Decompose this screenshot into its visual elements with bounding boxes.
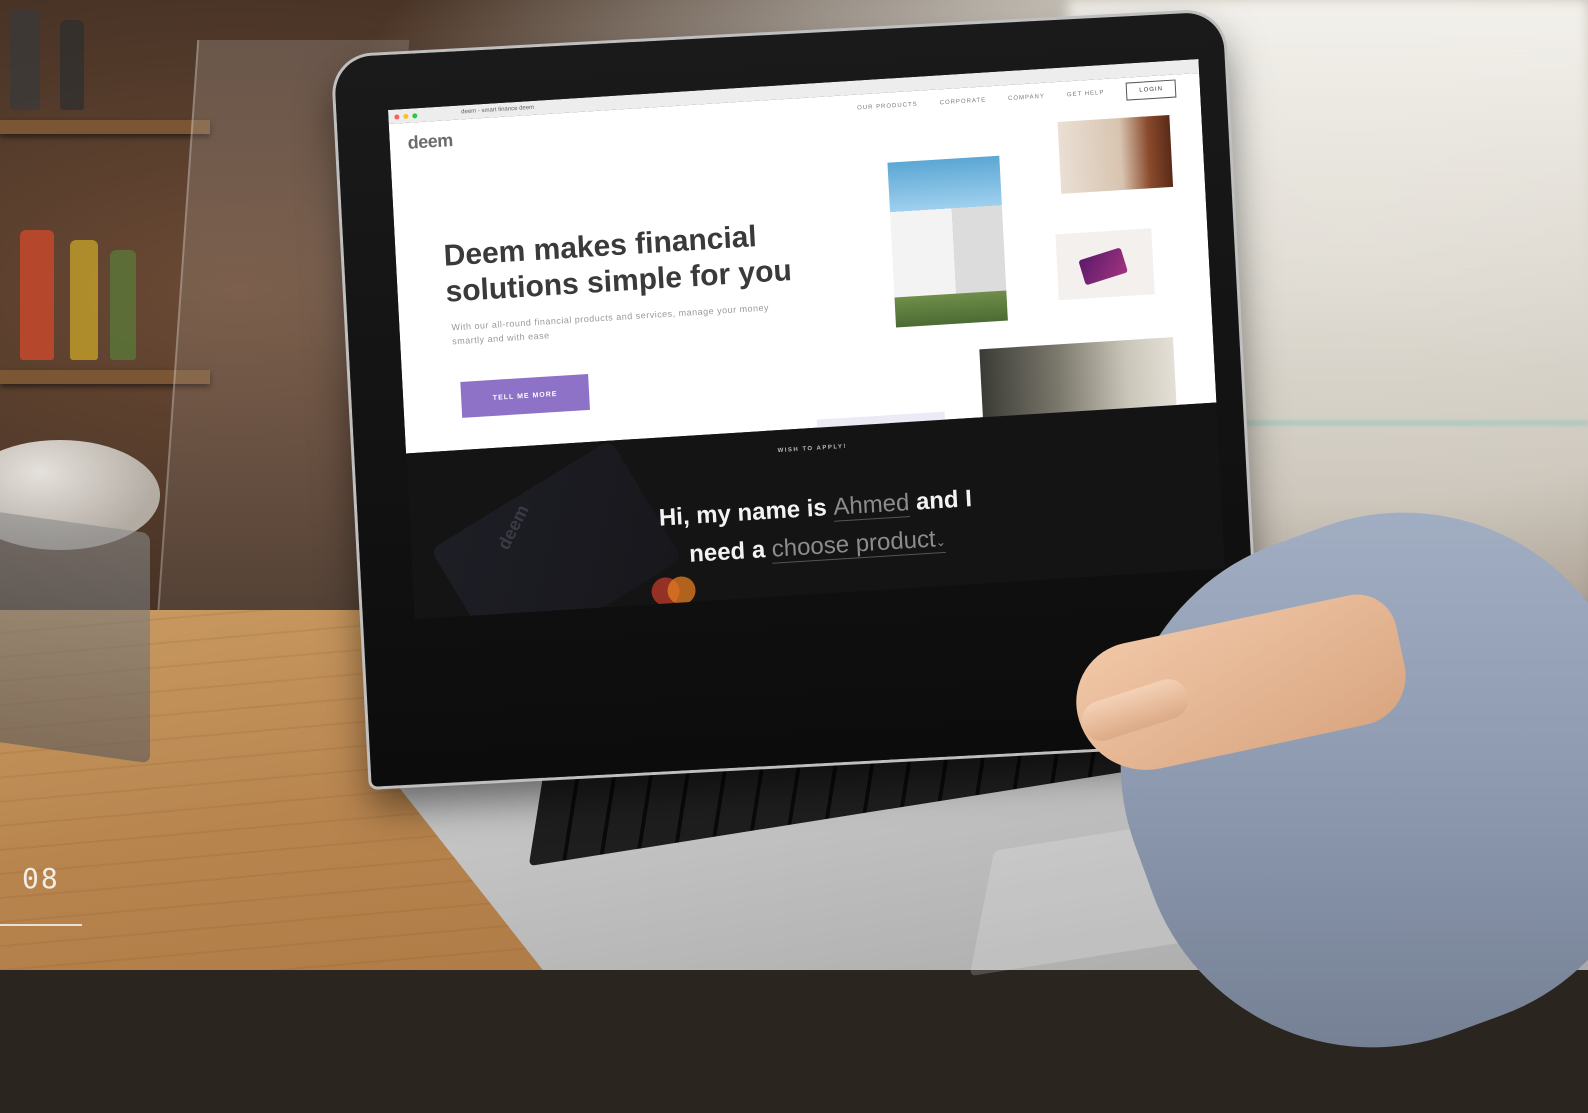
bottle (70, 240, 98, 360)
close-window-icon[interactable] (394, 113, 400, 120)
product-select[interactable]: choose product⌄ (771, 524, 947, 564)
nav-get-help[interactable]: GET HELP (1067, 90, 1105, 98)
bottle (10, 10, 40, 110)
maximize-window-icon[interactable] (412, 112, 418, 118)
browser-tab[interactable]: deem - smart finance deem (461, 105, 534, 116)
nav-corporate[interactable]: CORPORATE (940, 97, 987, 106)
mastercard-icon (666, 575, 697, 606)
website-screen: deem - smart finance deem deem OUR PRODU… (388, 59, 1226, 620)
page-number: 08 (22, 862, 60, 895)
background-laptop (0, 506, 150, 764)
sentence-text: Hi, my name is (658, 494, 828, 532)
apply-sentence: Hi, my name is Ahmed and I need a choose… (409, 464, 1224, 594)
bottle (60, 20, 84, 110)
bottle (20, 230, 54, 360)
woman-image (1057, 114, 1174, 194)
nav-company[interactable]: COMPANY (1008, 94, 1045, 102)
hero-section: deem OUR PRODUCTS CORPORATE COMPANY GET … (388, 72, 1217, 508)
page-divider (0, 924, 82, 926)
minimize-window-icon[interactable] (403, 113, 409, 119)
bottle (110, 250, 136, 360)
deem-logo[interactable]: deem (407, 130, 453, 154)
sentence-text: need a (688, 536, 766, 568)
name-input[interactable]: Ahmed (832, 489, 911, 522)
credit-card-image (1055, 228, 1155, 301)
shelf (0, 120, 210, 134)
login-button[interactable]: LOGIN (1125, 79, 1177, 101)
hero-headline: Deem makes financial solutions simple fo… (442, 220, 793, 309)
product-select-value: choose product (771, 525, 937, 563)
tell-me-more-button[interactable]: TELL ME MORE (460, 373, 590, 418)
nav-our-products[interactable]: OUR PRODUCTS (857, 102, 918, 112)
house-image (887, 155, 1008, 328)
sentence-text: and I (915, 485, 973, 516)
chevron-down-icon: ⌄ (935, 534, 947, 550)
